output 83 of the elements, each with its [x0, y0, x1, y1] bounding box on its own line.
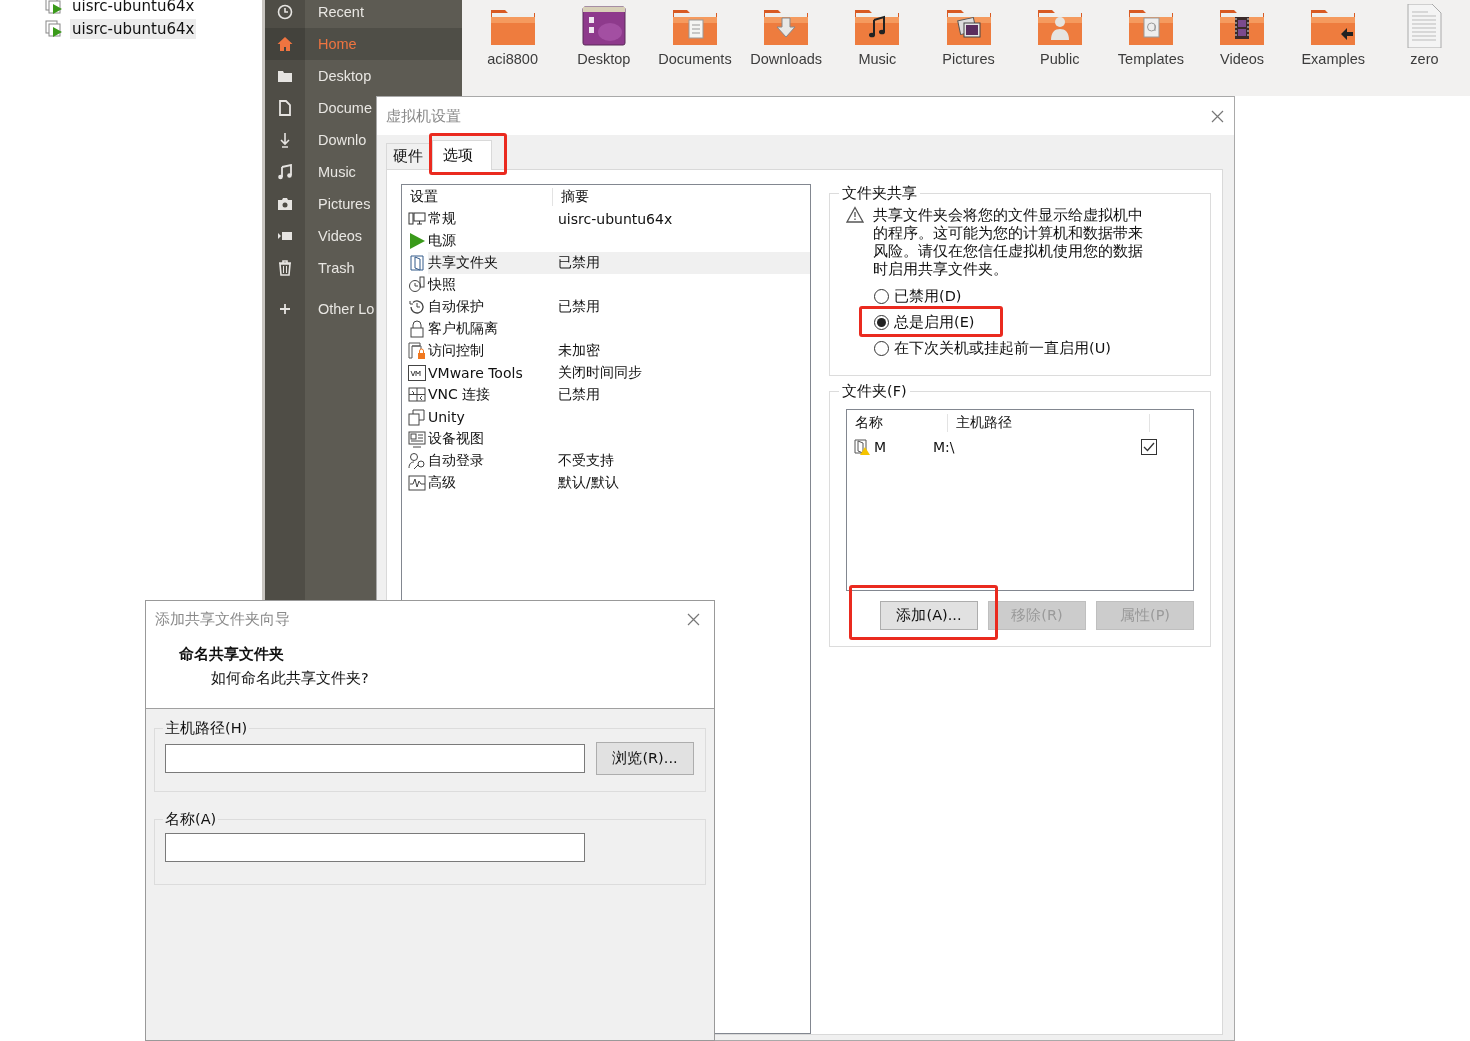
- settings-row[interactable]: 自动保护 已禁用: [428, 296, 810, 318]
- tree-item[interactable]: uisrc-ubuntu64x: [70, 18, 197, 39]
- window-title: 添加共享文件夹向导: [155, 609, 290, 629]
- folder-icon: [277, 68, 293, 84]
- file-label[interactable]: zero: [1410, 51, 1439, 67]
- radio-option[interactable]: 总是启用(E): [874, 312, 975, 333]
- file-label[interactable]: Videos: [1220, 51, 1265, 67]
- folder-name: M: [874, 439, 887, 455]
- file-label[interactable]: Pictures: [942, 51, 995, 67]
- group-title: 主机路径(H): [164, 719, 249, 738]
- radio-option[interactable]: 在下次关机或挂起前一直启用(U): [874, 338, 1111, 359]
- settings-row[interactable]: VNC 连接 已禁用: [428, 384, 810, 406]
- group-title: 文件夹(F): [841, 382, 908, 401]
- host-path: M:\: [933, 439, 956, 455]
- settings-row[interactable]: 客户机隔离: [428, 318, 810, 340]
- settings-row[interactable]: VMware Tools 关闭时间同步: [428, 362, 810, 384]
- file-label[interactable]: Templates: [1117, 51, 1184, 67]
- play-icon: [408, 232, 426, 250]
- window-title: 虚拟机设置: [386, 106, 461, 126]
- tab[interactable]: 选项: [432, 140, 492, 170]
- settings-row[interactable]: 快照: [428, 274, 810, 296]
- column-header: 摘要: [560, 187, 589, 206]
- clock-icon: [277, 4, 293, 20]
- windows-icon: [408, 408, 426, 426]
- input-field[interactable]: [165, 833, 585, 862]
- settings-row[interactable]: 设备视图: [428, 428, 810, 450]
- group-title: 文件夹共享: [841, 184, 918, 203]
- column-header: 名称: [847, 414, 948, 432]
- lock-icon: [408, 320, 426, 338]
- sidebar-item[interactable]: Desktop: [265, 60, 462, 92]
- settings-row[interactable]: 常规 uisrc-ubuntu64x: [428, 208, 810, 230]
- check-icon: [1143, 442, 1155, 452]
- dialog-button[interactable]: 添加(A)...: [880, 601, 978, 630]
- file-label[interactable]: Examples: [1301, 51, 1366, 67]
- plus-icon: [277, 301, 293, 317]
- settings-row[interactable]: 电源: [428, 230, 810, 252]
- history-icon: [408, 298, 426, 316]
- settings-row[interactable]: 共享文件夹 已禁用: [428, 252, 810, 274]
- close-icon[interactable]: [687, 612, 700, 626]
- monitor-icon: [408, 210, 426, 228]
- clock-icon: [408, 276, 426, 294]
- file-label[interactable]: Public: [1039, 51, 1080, 67]
- file-label[interactable]: aci8800: [487, 51, 538, 67]
- group-title: 名称(A): [164, 810, 218, 829]
- vm-logo-icon: [408, 364, 426, 382]
- vm-icon: [45, 0, 64, 15]
- trash-icon: [277, 260, 293, 276]
- browse-button[interactable]: 浏览(R)...: [596, 742, 694, 775]
- column-header: 主机路径: [948, 414, 1150, 432]
- waveform-icon: [408, 474, 426, 492]
- desktop-icon: [579, 4, 628, 48]
- input-field[interactable]: [165, 744, 585, 773]
- settings-row[interactable]: 访问控制 未加密: [428, 340, 810, 362]
- sidebar-item[interactable]: Recent: [265, 0, 462, 28]
- user-key-icon: [408, 452, 426, 470]
- file-label[interactable]: Downloads: [750, 51, 823, 67]
- folder-door-icon: [408, 254, 426, 272]
- download-icon: [277, 132, 293, 148]
- tab[interactable]: 硬件: [386, 143, 430, 169]
- device-icon: [408, 430, 426, 448]
- folder-warning-icon: [853, 438, 871, 456]
- tree-item[interactable]: uisrc-ubuntu64x: [70, 0, 197, 16]
- warning-text: 共享文件夹会将您的文件显示给虚拟机中的程序。这可能为您的计算机和数据带来风险。请仅在您信任虚拟机使用您的数据时启用共享文件夹。: [873, 206, 1144, 278]
- network-icon: [408, 386, 426, 404]
- settings-row[interactable]: 自动登录 不受支持: [428, 450, 810, 472]
- wizard-subheading: 如何命名此共享文件夹?: [211, 669, 370, 688]
- document-icon: [277, 100, 293, 116]
- file-label[interactable]: Documents: [658, 51, 732, 67]
- close-icon[interactable]: [1211, 109, 1224, 123]
- settings-row[interactable]: 高级 默认/默认: [428, 472, 810, 494]
- checkbox[interactable]: [1141, 439, 1157, 455]
- settings-row[interactable]: Unity: [428, 406, 810, 428]
- camera-icon: [277, 196, 293, 212]
- wizard-heading: 命名共享文件夹: [179, 645, 285, 664]
- file-label[interactable]: Music: [858, 51, 897, 67]
- warning-icon: [846, 206, 864, 223]
- column-header: 设置: [402, 187, 553, 206]
- file-label[interactable]: Desktop: [577, 51, 631, 67]
- vm-icon: [45, 19, 64, 38]
- home-icon: [277, 36, 293, 52]
- music-icon: [277, 164, 293, 180]
- padlock-window-icon: [408, 342, 426, 360]
- radio-option[interactable]: 已禁用(D): [874, 286, 962, 307]
